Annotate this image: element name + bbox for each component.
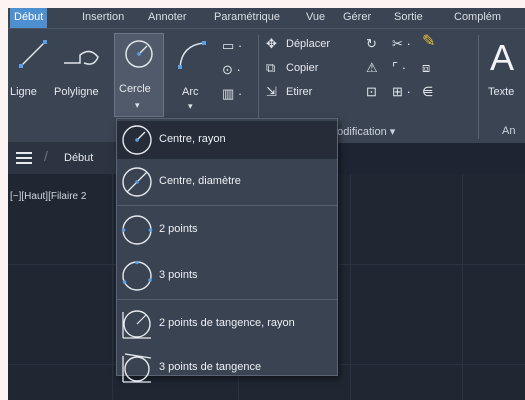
- fillet-icon[interactable]: ⌜ ·: [392, 61, 406, 75]
- menu-item-tangence-rayon[interactable]: 2 points de tangence, rayon: [117, 305, 337, 343]
- mirror-icon[interactable]: ⚠: [366, 61, 378, 75]
- modification-panel-title[interactable]: Modification ▾: [328, 125, 395, 138]
- grid-line: [350, 174, 351, 400]
- cercle-label: Cercle: [119, 83, 151, 95]
- tab-vue[interactable]: Vue: [306, 11, 325, 23]
- menu-item-3-points[interactable]: 3 points: [117, 257, 337, 295]
- menu-item-label: 3 points de tangence: [159, 361, 262, 373]
- menu-item-label: 3 points: [159, 269, 198, 281]
- rotate-icon[interactable]: ↻: [366, 37, 377, 51]
- scale-icon[interactable]: ⊡: [366, 85, 377, 99]
- line-icon: [19, 40, 47, 68]
- erase-icon[interactable]: ✎: [422, 34, 435, 50]
- circle-tan-tan-radius-icon: [122, 310, 151, 339]
- offset-icon[interactable]: ⋹: [422, 85, 433, 99]
- menu-item-label: Centre, diamètre: [159, 175, 241, 187]
- array-icon[interactable]: ⊞ ·: [392, 85, 411, 99]
- etirer-label: Etirer: [286, 86, 313, 98]
- arc-dropdown-arrow[interactable]: ▾: [188, 99, 193, 113]
- viewport-controls-label[interactable]: [−][Haut][Filaire 2: [10, 191, 86, 202]
- tab-debut[interactable]: Début: [10, 8, 48, 28]
- document-tab-bar: / Début: [8, 142, 118, 174]
- circle-center-diameter-icon: [122, 167, 152, 197]
- circle-options-menu: Centre, rayon Centre, diamètre 2 points: [116, 118, 338, 383]
- move-icon: ✥: [266, 36, 277, 51]
- menu-item-2-points[interactable]: 2 points: [117, 211, 337, 249]
- rectangle-icon[interactable]: ▭ ·: [222, 39, 242, 53]
- menu-item-label: 2 points de tangence, rayon: [159, 317, 295, 329]
- menu-separator: [117, 205, 337, 206]
- copy-icon: ⧉: [266, 60, 276, 75]
- tab-annoter[interactable]: Annoter: [148, 11, 187, 23]
- deplacer-label: Déplacer: [286, 38, 331, 50]
- ribbon-separator: [478, 35, 479, 139]
- circle-3-points-icon: [122, 260, 152, 291]
- hatch-icon[interactable]: ▥ ·: [222, 87, 242, 101]
- annotation-panel-title[interactable]: An: [502, 125, 515, 137]
- autocad-window: Début Insertion Annoter Paramétrique Vue…: [8, 8, 525, 400]
- tab-parametrique[interactable]: Paramétrique: [214, 11, 280, 23]
- tab-insertion[interactable]: Insertion: [82, 11, 124, 23]
- etirer-button[interactable]: ⇲ Etirer: [264, 83, 356, 103]
- texte-label: Texte: [488, 86, 515, 98]
- grid-line: [112, 174, 113, 400]
- circle-icon: [125, 40, 153, 68]
- stretch-icon: ⇲: [266, 84, 277, 99]
- copier-label: Copier: [286, 62, 319, 74]
- texte-button[interactable]: A Texte: [484, 33, 524, 113]
- tab-gerer[interactable]: Gérer: [343, 11, 371, 23]
- polyline-icon: [64, 50, 99, 65]
- menu-separator: [117, 299, 337, 300]
- arc-icon: [178, 41, 206, 69]
- tab-divider: /: [44, 148, 48, 164]
- circle-tan-tan-tan-icon: [122, 353, 152, 383]
- tab-sortie[interactable]: Sortie: [394, 11, 423, 23]
- tab-complements[interactable]: Complém: [454, 11, 501, 23]
- menu-item-centre-rayon[interactable]: Centre, rayon: [117, 121, 337, 159]
- cercle-button[interactable]: Cercle ▾: [114, 33, 164, 117]
- polyligne-button[interactable]: Polyligne: [54, 33, 110, 103]
- menu-item-label: 2 points: [159, 223, 198, 235]
- circle-2-points-icon: [121, 215, 153, 245]
- grid-line: [462, 174, 463, 400]
- document-tab-debut[interactable]: Début: [64, 152, 93, 164]
- ligne-button[interactable]: Ligne: [10, 33, 54, 103]
- trim-icon[interactable]: ✂ ·: [392, 37, 411, 51]
- ligne-label: Ligne: [10, 86, 37, 98]
- arc-label: Arc: [182, 86, 199, 98]
- menu-item-centre-diametre[interactable]: Centre, diamètre: [117, 163, 337, 201]
- hamburger-menu-icon[interactable]: [16, 152, 32, 164]
- menu-item-label: Centre, rayon: [159, 133, 226, 145]
- ribbon-tab-bar: Début Insertion Annoter Paramétrique Vue…: [8, 8, 525, 28]
- deplacer-button[interactable]: ✥ Déplacer: [264, 35, 356, 55]
- cercle-dropdown-arrow[interactable]: ▾: [135, 98, 140, 112]
- copier-button[interactable]: ⧉ Copier: [264, 59, 356, 79]
- ellipse-icon[interactable]: ⊙ ·: [222, 63, 241, 77]
- arc-button[interactable]: Arc ▾: [168, 33, 218, 117]
- explode-icon[interactable]: ⧈: [422, 61, 430, 75]
- circle-center-radius-icon: [122, 125, 152, 155]
- menu-item-3-tangence[interactable]: 3 points de tangence: [117, 349, 337, 387]
- text-icon: A: [490, 37, 515, 78]
- polyligne-label: Polyligne: [54, 86, 99, 98]
